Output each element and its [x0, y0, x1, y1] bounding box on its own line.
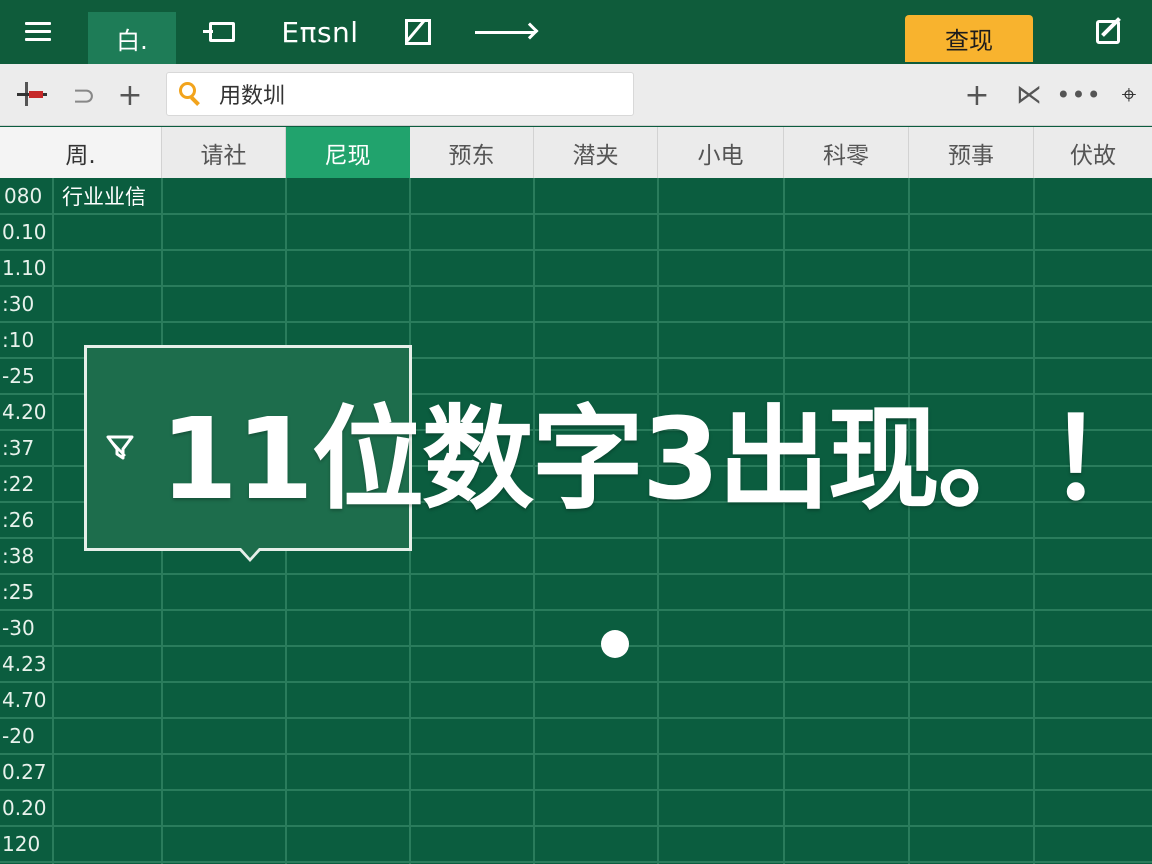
column-headers: 周. 请社 尼现 预东 潜夹 小电 科零 预事 伏故: [0, 127, 1152, 178]
corner-header[interactable]: 周.: [0, 127, 162, 178]
row-header[interactable]: :26: [0, 502, 52, 538]
grid-line-horizontal: [0, 609, 1152, 611]
plus-icon: +: [964, 77, 990, 113]
grid-line-horizontal: [0, 825, 1152, 827]
column-header[interactable]: 预东: [410, 127, 534, 178]
hamburger-icon: [25, 22, 51, 42]
grid-line-horizontal: [0, 789, 1152, 791]
title-bar: 白. Eπsnl 查现: [0, 0, 1152, 64]
search-input[interactable]: [217, 80, 621, 108]
cell-a1[interactable]: 行业业信: [62, 178, 146, 214]
document-button[interactable]: [202, 0, 242, 64]
row-header[interactable]: 1.10: [0, 250, 52, 286]
filter-icon[interactable]: [103, 430, 137, 464]
callout-tail-fill: [241, 548, 259, 558]
redo-button[interactable]: ⊃: [62, 64, 106, 126]
column-header[interactable]: 科零: [784, 127, 909, 178]
row-header[interactable]: 4.70: [0, 682, 52, 718]
column-header[interactable]: 请社: [162, 127, 286, 178]
row-header[interactable]: 080: [0, 178, 52, 214]
more-icon: •••: [1056, 81, 1102, 109]
app-name: Eπsnl: [281, 15, 359, 49]
row-header[interactable]: 0.10: [0, 214, 52, 250]
cut-button[interactable]: [10, 64, 54, 126]
row-header[interactable]: -30: [0, 610, 52, 646]
pin-icon: ⌖: [1121, 79, 1137, 110]
tab-home[interactable]: 白.: [88, 12, 176, 64]
search-icon: [179, 82, 203, 106]
cut-icon: [17, 80, 47, 110]
collapse-button[interactable]: ⋉: [1008, 64, 1050, 126]
grid-line-horizontal: [0, 861, 1152, 863]
checkbox-edit-icon: [405, 19, 431, 45]
row-header[interactable]: 4.23: [0, 646, 52, 682]
row-header[interactable]: :30: [0, 286, 52, 322]
more-button[interactable]: •••: [1056, 64, 1102, 126]
grid-line-vertical: [52, 178, 54, 864]
toolbar: ⊃ + + ⋉ ••• ⌖: [0, 64, 1152, 126]
grid-line-horizontal: [0, 681, 1152, 683]
grid-line-horizontal: [0, 753, 1152, 755]
plus-icon: +: [117, 77, 143, 113]
add-button[interactable]: +: [110, 64, 150, 126]
menu-button[interactable]: [10, 0, 66, 64]
row-header[interactable]: :22: [0, 466, 52, 502]
edit-icon: [1096, 20, 1120, 44]
document-icon: [203, 22, 235, 42]
grid-line-horizontal: [0, 213, 1152, 215]
column-header[interactable]: 预事: [909, 127, 1034, 178]
row-header[interactable]: 0.27: [0, 754, 52, 790]
row-header[interactable]: :38: [0, 538, 52, 574]
row-header[interactable]: 0.20: [0, 790, 52, 826]
checkbox-button[interactable]: [398, 0, 438, 64]
grid-line-horizontal: [0, 645, 1152, 647]
row-header[interactable]: :25: [0, 574, 52, 610]
search-box[interactable]: [166, 72, 634, 116]
arrow-right-icon: [475, 30, 535, 34]
grid-line-horizontal: [0, 285, 1152, 287]
grid-line-horizontal: [0, 249, 1152, 251]
forward-arrow-button[interactable]: [470, 0, 540, 64]
row-header[interactable]: -25: [0, 358, 52, 394]
collapse-icon: ⋉: [1016, 80, 1042, 110]
redo-icon: ⊃: [72, 78, 96, 112]
grid-line-horizontal: [0, 573, 1152, 575]
grid-line-horizontal: [0, 717, 1152, 719]
row-header[interactable]: :37: [0, 430, 52, 466]
column-header-active[interactable]: 尼现: [286, 127, 410, 178]
banner-text: 11位数字3出现。！: [160, 395, 1152, 525]
spreadsheet-app: 白. Eπsnl 查现 ⊃ + 用数圳 + ⋉ ••• ⌖ 周. 请社 尼现 预…: [0, 0, 1152, 864]
row-header[interactable]: 4.20: [0, 394, 52, 430]
row-header[interactable]: 120: [0, 826, 52, 862]
row-header[interactable]: -20: [0, 718, 52, 754]
column-header[interactable]: 伏故: [1034, 127, 1152, 178]
edit-button[interactable]: [1086, 0, 1130, 64]
add-item-button[interactable]: +: [956, 64, 998, 126]
grid-line-horizontal: [0, 321, 1152, 323]
row-header[interactable]: :10: [0, 322, 52, 358]
action-button[interactable]: 查现: [905, 15, 1033, 62]
column-header[interactable]: 潜夹: [534, 127, 658, 178]
cursor-dot: [601, 630, 629, 658]
pin-button[interactable]: ⌖: [1108, 64, 1150, 126]
column-header[interactable]: 小电: [658, 127, 784, 178]
